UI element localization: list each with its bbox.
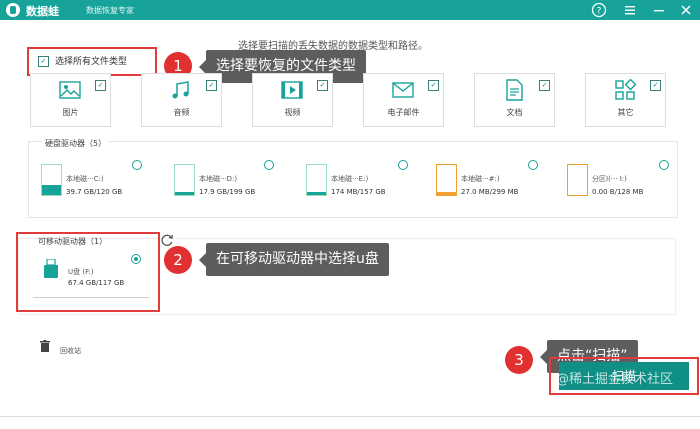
video-icon (281, 81, 303, 99)
drive-size: 27.0 MB/299 MB (461, 188, 519, 196)
audio-checkbox[interactable]: ✓ (206, 80, 217, 91)
drive-radio[interactable] (264, 160, 274, 170)
drive-size: 39.7 GB/120 GB (66, 188, 123, 196)
file-type-email[interactable]: ✓ 电子邮件 (363, 73, 444, 127)
drive-size: 0.00 B/128 MB (592, 188, 644, 196)
usb-drive-name: U盘 (F:) (68, 268, 94, 276)
drive-radio[interactable] (132, 160, 142, 170)
file-type-label: 电子邮件 (387, 108, 420, 117)
drive-name: 本地磁···E:) (331, 175, 369, 183)
file-type-audio[interactable]: ✓ 音频 (141, 73, 222, 127)
image-icon (59, 81, 81, 99)
drive-usage-fill (307, 192, 326, 195)
svg-text:?: ? (597, 7, 602, 17)
app-name: 数据蛙 (26, 5, 59, 18)
drive-radio[interactable] (398, 160, 408, 170)
drive-name: 本地磁···C:) (66, 175, 104, 183)
title-bar: 数据蛙 数据恢复专家 ? (0, 0, 700, 20)
drive-usage-fill (437, 192, 456, 195)
file-type-document[interactable]: ✓ 文档 (474, 73, 555, 127)
trash-icon (40, 340, 50, 352)
usb-drive-icon (44, 259, 58, 278)
email-checkbox[interactable]: ✓ (428, 80, 439, 91)
video-checkbox[interactable]: ✓ (317, 80, 328, 91)
drive-usage-fill (175, 192, 194, 195)
watermark: @稀土掘金技术社区 (556, 372, 674, 387)
drive-c[interactable]: 本地磁···C:) 39.7 GB/120 GB (41, 160, 146, 204)
hard-drive-title: 硬盘驱动器（5） (43, 138, 109, 149)
removable-drive-section[interactable]: 可移动驱动器（1） U盘 (F:) 67.4 GB/117 GB (16, 232, 160, 312)
step-badge-3: 3 (505, 346, 533, 374)
file-type-video[interactable]: ✓ 视频 (252, 73, 333, 127)
usb-drive-radio[interactable] (131, 254, 141, 264)
drive-icon (567, 164, 588, 196)
image-checkbox[interactable]: ✓ (95, 80, 106, 91)
drive-icon (41, 164, 62, 196)
usb-divider (33, 297, 149, 298)
select-all-frame[interactable]: ✓ 选择所有文件类型 (27, 47, 157, 76)
file-type-image[interactable]: ✓ 图片 (30, 73, 111, 127)
drive-name: 分区I(··· I:) (592, 175, 627, 183)
drive-size: 17.9 GB/199 GB (199, 188, 256, 196)
close-icon[interactable] (678, 2, 694, 18)
menu-icon[interactable] (622, 2, 638, 18)
drive-name: 本地磁···#:) (461, 175, 500, 183)
usb-drive-size: 67.4 GB/117 GB (68, 279, 125, 287)
select-all-label: 选择所有文件类型 (55, 57, 128, 67)
drive-name: 本地磁···D:) (199, 175, 238, 183)
recycle-bin-label: 回收站 (60, 347, 81, 355)
file-type-label: 音频 (173, 108, 190, 117)
document-checkbox[interactable]: ✓ (539, 80, 550, 91)
callout-2: 在可移动驱动器中选择u盘 (199, 243, 389, 276)
drive-radio[interactable] (528, 160, 538, 170)
file-type-label: 文档 (506, 108, 523, 117)
file-type-other[interactable]: ✓ 其它 (585, 73, 666, 127)
document-icon (506, 79, 523, 101)
other-icon (615, 79, 636, 100)
app-subtitle: 数据恢复专家 (86, 6, 134, 15)
drive-icon (174, 164, 195, 196)
file-type-label: 图片 (62, 108, 79, 117)
music-icon (172, 81, 189, 99)
file-type-label: 其它 (617, 108, 634, 117)
drive-icon (436, 164, 457, 196)
step-badge-2: 2 (164, 246, 192, 274)
drive-hidden[interactable]: 本地磁···#:) 27.0 MB/299 MB (436, 160, 541, 204)
file-type-label: 视频 (284, 108, 301, 117)
drive-radio[interactable] (659, 160, 669, 170)
other-checkbox[interactable]: ✓ (650, 80, 661, 91)
drive-size: 174 MB/157 GB (331, 188, 386, 196)
drive-usage-fill (42, 185, 61, 195)
refresh-icon[interactable] (160, 233, 174, 247)
bottom-divider (0, 416, 700, 417)
drive-d[interactable]: 本地磁···D:) 17.9 GB/199 GB (174, 160, 279, 204)
drive-icon (306, 164, 327, 196)
help-icon[interactable]: ? (591, 2, 607, 18)
drive-e[interactable]: 本地磁···E:) 174 MB/157 GB (306, 160, 411, 204)
removable-title: 可移动驱动器（1） (38, 237, 108, 246)
hard-drive-section: 硬盘驱动器（5） 本地磁···C:) 39.7 GB/120 GB 本地磁···… (28, 138, 678, 218)
mail-icon (392, 82, 414, 98)
frog-logo-icon (6, 3, 20, 17)
drive-i[interactable]: 分区I(··· I:) 0.00 B/128 MB (567, 160, 672, 204)
select-all-checkbox[interactable]: ✓ (38, 56, 49, 67)
file-type-grid: ✓ 图片 ✓ 音频 ✓ 视频 ✓ 电子邮件 ✓ 文档 ✓ 其它 (30, 73, 670, 129)
minimize-icon[interactable] (651, 2, 667, 18)
